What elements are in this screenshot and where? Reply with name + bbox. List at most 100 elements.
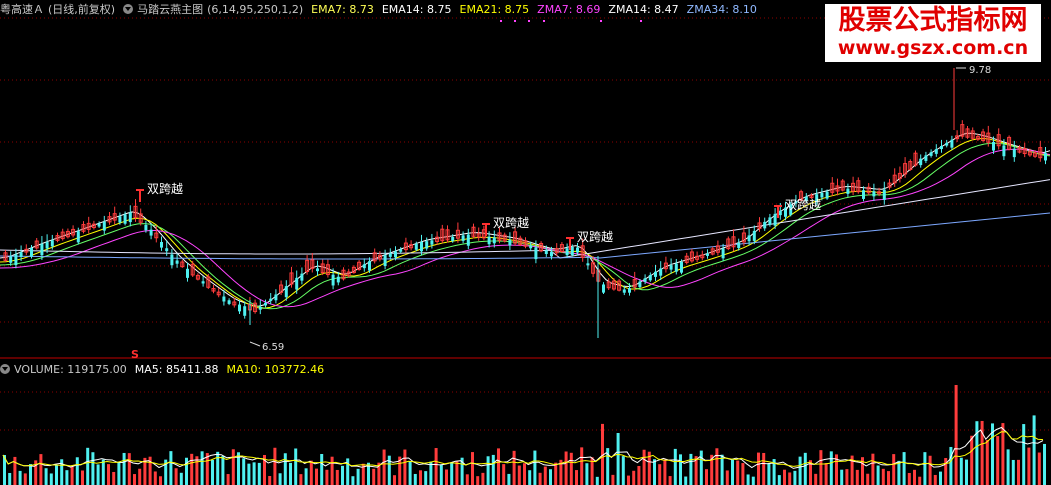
candle-down: [97, 223, 101, 227]
volume-bar: [117, 461, 121, 485]
volume-bar: [294, 448, 298, 485]
volume-bar: [918, 476, 922, 485]
watermark-logo: 股票公式指标网 www.gszx.com.cn: [825, 4, 1041, 62]
volume-bar: [902, 452, 906, 485]
candle-down: [940, 146, 943, 150]
candle-down: [336, 276, 340, 283]
main-indicator-header: 粤高速Ａ (日线,前复权) 马踏云燕主图 (6,14,95,250,1,2) EMA7:…: [0, 1, 769, 19]
candle-down: [165, 248, 169, 252]
volume-bar: [736, 460, 740, 485]
indicator-line-5: ZMA34: 8.10: [686, 3, 757, 16]
volume-line-1: MA5: 85411.88: [134, 363, 219, 376]
volume-dropdown-arrow-icon[interactable]: [0, 364, 10, 374]
volume-bar: [621, 456, 625, 485]
volume-bar: [242, 458, 246, 485]
volume-bar: [304, 468, 308, 485]
volume-bar: [439, 464, 443, 485]
volume-bar: [892, 454, 896, 485]
candle-down: [950, 139, 954, 148]
volume-bar: [476, 476, 480, 485]
indicator-values: EMA7: 8.73 EMA14: 8.75 EMA21: 8.75 ZMA7: 8.…: [311, 3, 765, 16]
volume-bar: [299, 474, 303, 485]
candle-down: [461, 235, 465, 241]
candle-down: [487, 236, 491, 245]
candle-down: [1012, 148, 1016, 158]
marker-dot: [600, 20, 602, 22]
candle-down: [654, 271, 657, 277]
volume-bar: [81, 470, 84, 485]
volume-bar: [231, 449, 235, 485]
candle-down: [570, 247, 574, 256]
candle-down: [846, 188, 850, 194]
volume-bar: [44, 468, 48, 485]
volume-bar: [543, 466, 547, 485]
volume-bar: [788, 472, 792, 485]
candle-down: [934, 149, 938, 154]
volume-bar: [179, 472, 183, 485]
volume-bar: [387, 455, 391, 485]
candle-down: [238, 304, 241, 312]
volume-bar: [289, 462, 292, 485]
dropdown-arrow-icon[interactable]: [123, 4, 134, 14]
volume-bar: [1022, 424, 1026, 485]
volume-bar: [1037, 452, 1041, 485]
volume-bar: [341, 465, 344, 485]
volume-bar: [481, 472, 485, 485]
volume-bar: [247, 463, 251, 485]
volume-bar: [403, 449, 407, 485]
candle-down: [399, 249, 403, 252]
candle-down: [186, 268, 189, 278]
candle-down: [752, 230, 756, 241]
volume-bar: [673, 448, 677, 485]
volume-line-2: MA10: 103772.46: [226, 363, 325, 376]
indicator-params: (6,14,95,250,1,2): [207, 3, 304, 16]
volume-bar: [679, 454, 682, 485]
volume-bar: [465, 474, 469, 485]
volume-bar: [731, 459, 734, 485]
volume-bar: [1011, 459, 1015, 485]
high-price-label: 9.78: [969, 65, 991, 76]
signal-label: 双跨越: [147, 182, 183, 196]
stock-chart-canvas[interactable]: 9.786.59双跨越双跨越双跨越双跨越S: [0, 0, 1051, 485]
candle-down: [284, 286, 288, 298]
volume-bar: [757, 452, 760, 485]
volume-bar: [1017, 459, 1020, 485]
volume-bar: [829, 451, 833, 485]
candle-down: [872, 191, 876, 197]
volume-bar: [881, 468, 885, 485]
volume-bar: [824, 463, 828, 485]
candle-down: [102, 221, 106, 231]
volume-bar: [127, 453, 131, 485]
volume-bar: [523, 463, 526, 485]
volume-bar: [720, 454, 724, 485]
volume-bar: [705, 469, 708, 485]
volume-bar: [153, 471, 157, 485]
candle-down: [466, 234, 470, 246]
candle-down: [747, 235, 751, 242]
volume-bar: [746, 474, 750, 485]
volume-bar: [138, 468, 142, 485]
volume-bar: [75, 457, 79, 485]
candle-down: [295, 277, 299, 290]
volume-bar: [356, 468, 360, 485]
candle-down: [316, 268, 319, 272]
watermark-title: 股票公式指标网: [838, 5, 1028, 36]
candle-down: [123, 214, 127, 224]
volume-bar: [325, 469, 329, 485]
volume-bar: [814, 473, 818, 485]
volume-bar: [195, 456, 199, 485]
watermark-url: www.gszx.com.cn: [837, 37, 1029, 59]
volume-bar: [658, 464, 662, 485]
low-price-label: 6.59: [262, 342, 284, 353]
candle-down: [508, 239, 512, 246]
candle-down: [820, 192, 824, 198]
volume-bar: [252, 462, 256, 485]
volume-bar: [933, 474, 937, 485]
volume-bar: [486, 456, 490, 485]
candle-down: [144, 224, 148, 231]
candle-down: [534, 247, 538, 260]
indicator-name: 马踏云燕主图: [137, 3, 204, 16]
volume-bar: [65, 470, 69, 485]
volume-bar: [1043, 443, 1046, 485]
volume-bar: [13, 456, 17, 485]
